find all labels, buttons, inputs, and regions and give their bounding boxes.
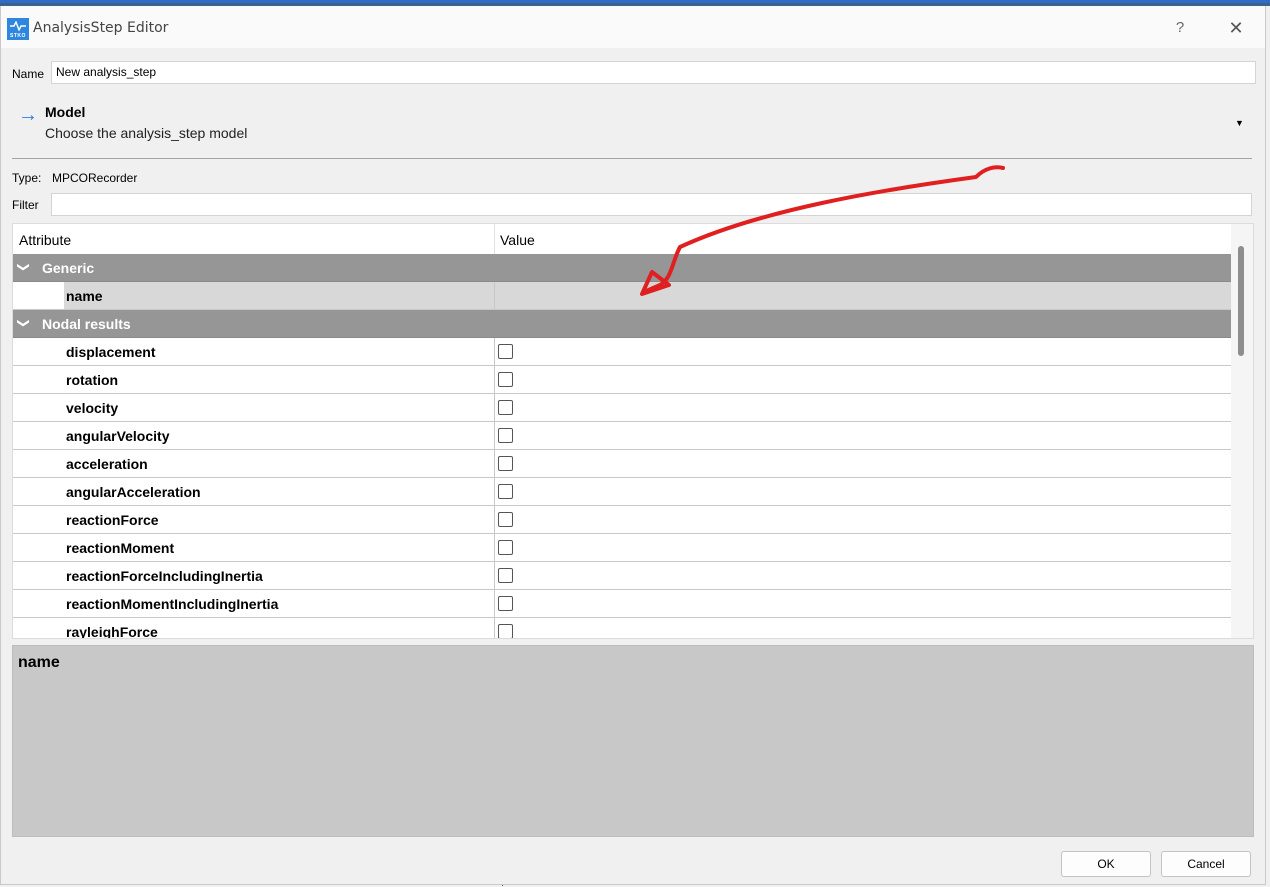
tree-header: Attribute Value	[13, 224, 1231, 255]
attribute-name: acceleration	[66, 456, 148, 472]
title-bar: STKO AnalysisStep Editor ? ✕	[1, 6, 1265, 48]
arrow-right-icon: →	[18, 104, 38, 126]
close-button[interactable]: ✕	[1221, 14, 1251, 42]
chevron-down-icon[interactable]: ▼	[1235, 118, 1244, 128]
cell-divider	[494, 366, 495, 393]
table-row[interactable]: name	[13, 282, 1231, 310]
attribute-tree: Attribute Value ❯ Generic name ❯ Nodal resul…	[12, 223, 1254, 639]
filter-input[interactable]	[51, 193, 1252, 216]
value-checkbox[interactable]	[498, 624, 513, 638]
attribute-name: name	[66, 288, 103, 304]
group-label: Nodal results	[42, 316, 131, 332]
value-checkbox[interactable]	[498, 372, 513, 387]
attribute-name: reactionMoment	[66, 540, 175, 556]
cell-divider	[494, 394, 495, 421]
value-checkbox[interactable]	[498, 344, 513, 359]
ok-button[interactable]: OK	[1061, 851, 1151, 877]
analysis-step-editor-dialog: STKO AnalysisStep Editor ? ✕ Name New an…	[0, 6, 1266, 885]
cell-divider	[494, 506, 495, 533]
description-title: name	[18, 654, 60, 671]
attribute-name: rotation	[66, 372, 119, 388]
attribute-name: velocity	[66, 400, 119, 416]
filter-label: Filter	[12, 198, 39, 212]
table-row[interactable]: rotation	[13, 366, 1231, 394]
app-logo-icon: STKO	[7, 18, 29, 40]
model-title[interactable]: Model	[45, 104, 85, 120]
name-input[interactable]: New analysis_step	[51, 61, 1256, 84]
value-checkbox[interactable]	[498, 484, 513, 499]
cell-divider	[494, 562, 495, 589]
value-checkbox[interactable]	[498, 596, 513, 611]
cell-divider	[494, 590, 495, 617]
name-label: Name	[12, 67, 45, 81]
table-row[interactable]: reactionMomentIncludingInertia	[13, 590, 1231, 618]
table-row[interactable]: angularAcceleration	[13, 478, 1231, 506]
separator	[12, 158, 1252, 159]
cell-divider	[494, 450, 495, 477]
column-header-value[interactable]: Value	[500, 232, 535, 248]
attribute-name: reactionForce	[66, 512, 159, 528]
group-label: Generic	[42, 260, 95, 276]
group-row[interactable]: ❯ Generic	[13, 254, 1231, 282]
cell-divider	[494, 478, 495, 505]
attribute-name: displacement	[66, 344, 156, 360]
type-value: MPCORecorder	[52, 171, 138, 185]
table-row[interactable]: displacement	[13, 338, 1231, 366]
cell-divider	[494, 422, 495, 449]
description-panel: name	[12, 645, 1254, 837]
group-row[interactable]: ❯ Nodal results	[13, 310, 1231, 338]
attribute-name: rayleighForce	[66, 624, 158, 639]
column-header-attribute[interactable]: Attribute	[19, 232, 71, 248]
attribute-name: reactionMomentIncludingInertia	[66, 596, 279, 612]
chevron-down-icon[interactable]: ❯	[17, 318, 31, 328]
value-checkbox[interactable]	[498, 400, 513, 415]
table-row[interactable]: reactionMoment	[13, 534, 1231, 562]
chevron-down-icon[interactable]: ❯	[17, 262, 31, 272]
value-checkbox[interactable]	[498, 568, 513, 583]
background-accent-bar	[0, 0, 1270, 3]
cancel-button[interactable]: Cancel	[1161, 851, 1251, 877]
attribute-name: reactionForceIncludingInertia	[66, 568, 263, 584]
value-checkbox[interactable]	[498, 512, 513, 527]
cell-divider	[494, 338, 495, 365]
model-subtitle[interactable]: Choose the analysis_step model	[45, 125, 247, 141]
column-divider[interactable]	[494, 224, 495, 254]
table-row[interactable]: velocity	[13, 394, 1231, 422]
help-button[interactable]: ?	[1166, 14, 1194, 42]
table-row[interactable]: rayleighForce	[13, 618, 1231, 639]
tree-rows: ❯ Generic name ❯ Nodal results displacement ro…	[13, 254, 1231, 639]
value-checkbox[interactable]	[498, 428, 513, 443]
table-row[interactable]: acceleration	[13, 450, 1231, 478]
cell-divider	[494, 618, 495, 638]
table-row[interactable]: reactionForceIncludingInertia	[13, 562, 1231, 590]
table-row[interactable]: reactionForce	[13, 506, 1231, 534]
table-row[interactable]: angularVelocity	[13, 422, 1231, 450]
type-label: Type:	[12, 171, 42, 185]
window-title: AnalysisStep Editor	[33, 20, 169, 36]
row-indent	[13, 282, 64, 309]
attribute-name: angularAcceleration	[66, 484, 201, 500]
value-checkbox[interactable]	[498, 456, 513, 471]
attribute-name: angularVelocity	[66, 428, 170, 444]
cell-divider	[494, 534, 495, 561]
cell-divider	[494, 282, 495, 309]
value-checkbox[interactable]	[498, 540, 513, 555]
scrollbar-thumb[interactable]	[1238, 246, 1244, 356]
